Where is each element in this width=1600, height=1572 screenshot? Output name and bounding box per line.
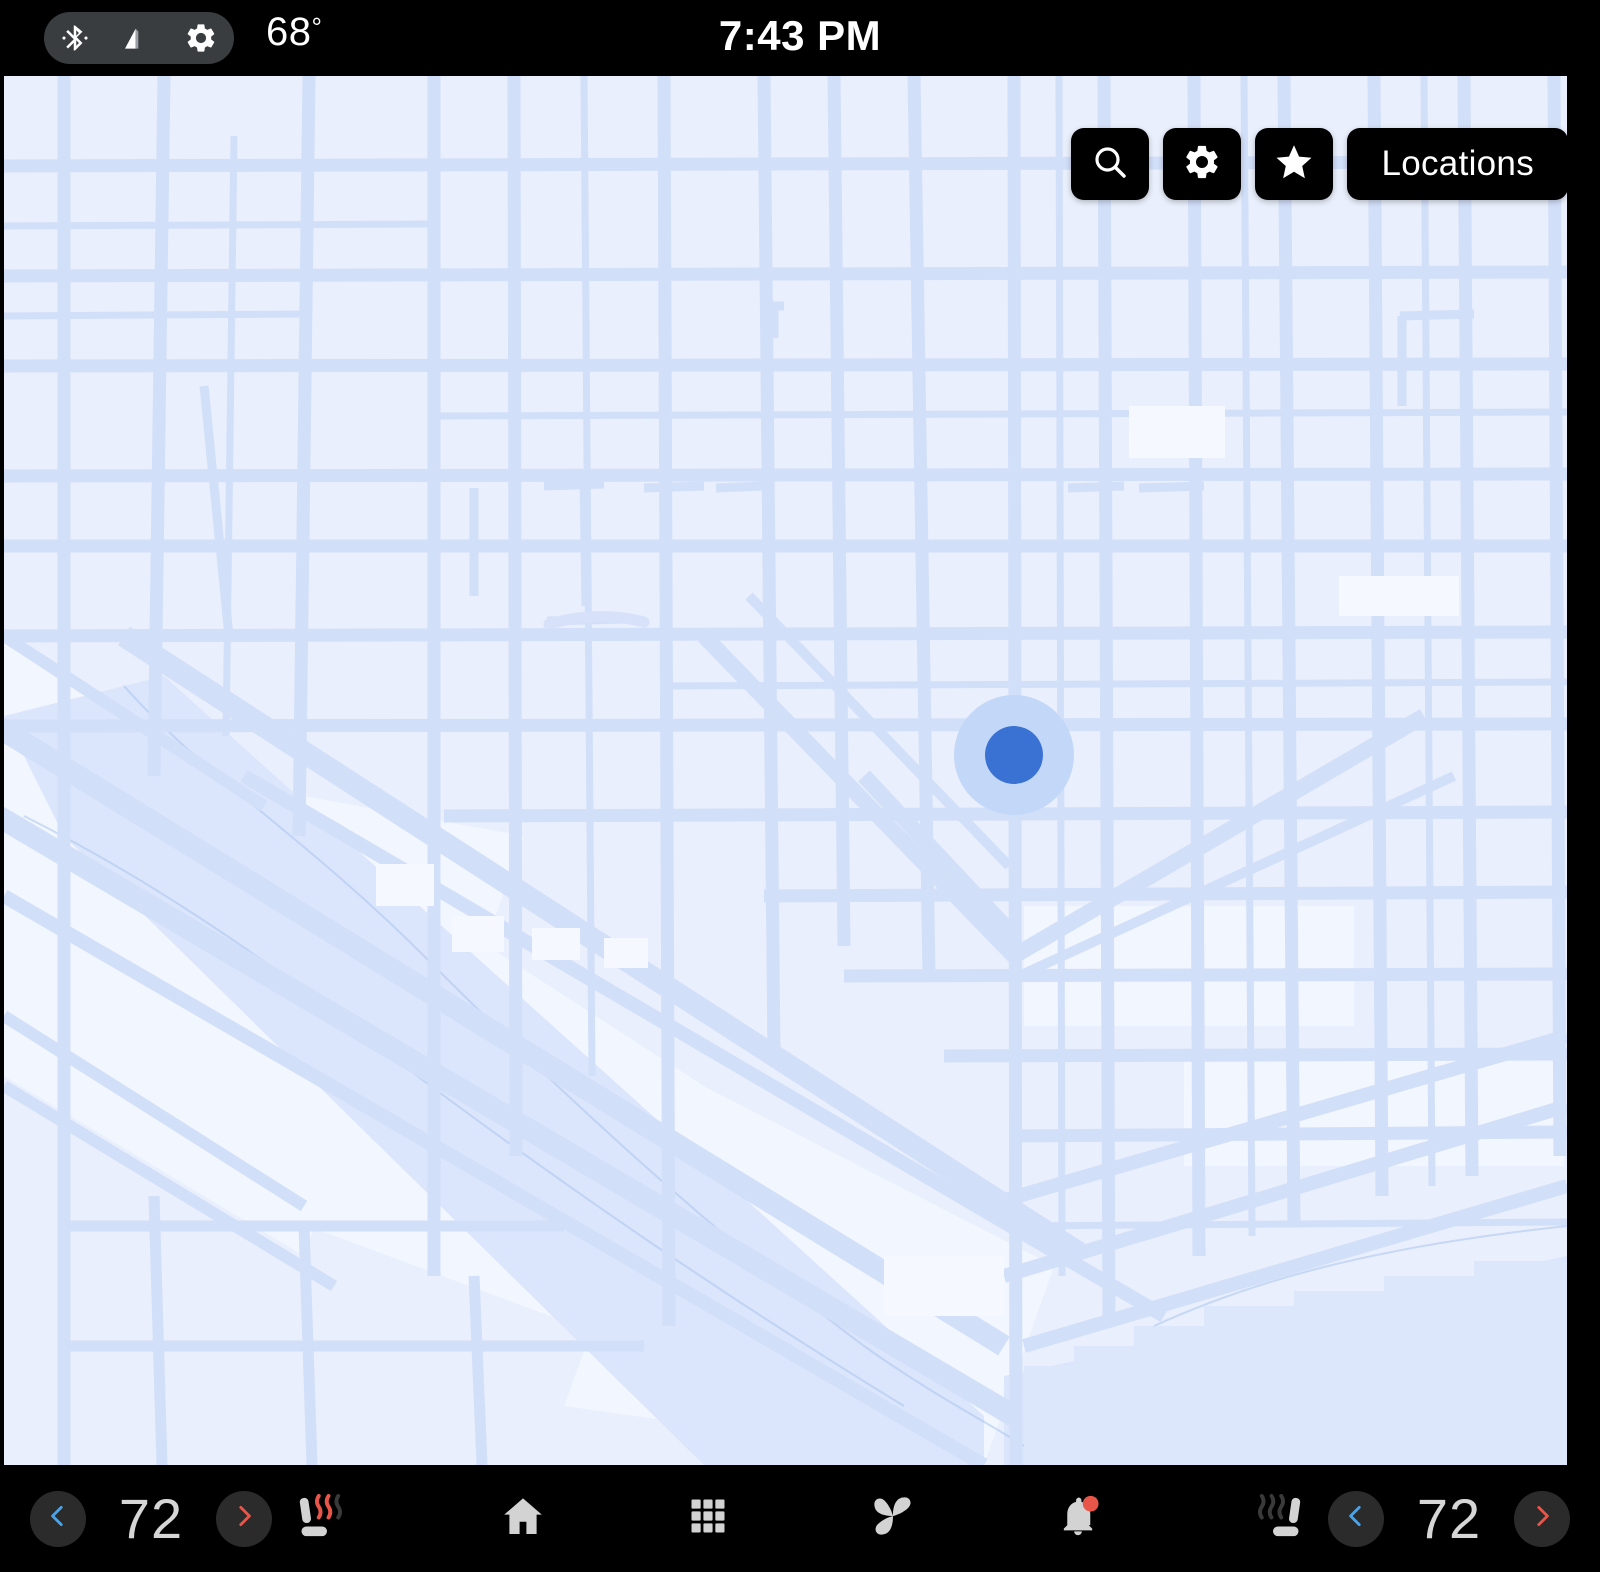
apps-grid-icon	[686, 1494, 730, 1543]
passenger-heated-seat-button[interactable]	[1236, 1479, 1328, 1559]
chevron-right-icon	[1529, 1503, 1555, 1534]
bell-icon	[1055, 1493, 1101, 1544]
climate-fan-button[interactable]	[853, 1479, 933, 1559]
favorites-button[interactable]	[1255, 128, 1334, 200]
locations-button[interactable]: Locations	[1347, 128, 1568, 200]
map-canvas[interactable]: .rd { stroke:#d2dff9; fill:none; stroke-…	[4, 76, 1567, 1465]
home-icon	[499, 1492, 547, 1545]
current-location-puck	[954, 695, 1074, 815]
driver-temp-decrease-button[interactable]	[30, 1490, 86, 1547]
map-settings-button[interactable]	[1163, 128, 1242, 200]
star-icon	[1273, 141, 1315, 188]
notification-badge	[1082, 1495, 1099, 1512]
chevron-left-icon	[1343, 1503, 1369, 1534]
passenger-temp-increase-button[interactable]	[1514, 1490, 1570, 1547]
home-button[interactable]	[483, 1479, 563, 1559]
passenger-temp-decrease-button[interactable]	[1328, 1490, 1384, 1547]
passenger-temperature-value: 72	[1416, 1487, 1482, 1550]
notifications-button[interactable]	[1038, 1479, 1118, 1559]
map-controls-bar: Locations	[1071, 128, 1568, 200]
driver-climate-group: 72	[30, 1465, 364, 1572]
chevron-right-icon	[231, 1503, 257, 1534]
driver-heated-seat-button[interactable]	[272, 1479, 364, 1559]
status-bar: 68° 7:43 PM	[0, 0, 1600, 76]
bottom-control-bar: 72 72	[0, 1465, 1600, 1572]
heated-seat-icon	[282, 1483, 354, 1554]
chevron-left-icon	[45, 1503, 71, 1534]
search-icon	[1090, 142, 1130, 187]
heated-seat-icon	[1246, 1483, 1318, 1554]
search-button[interactable]	[1071, 128, 1150, 200]
status-clock: 7:43 PM	[718, 12, 882, 59]
passenger-climate-group: 72	[1236, 1465, 1570, 1572]
location-dot	[985, 726, 1043, 784]
driver-temperature-value: 72	[118, 1487, 184, 1550]
driver-temp-increase-button[interactable]	[216, 1490, 272, 1547]
gear-icon	[1182, 142, 1222, 187]
apps-button[interactable]	[668, 1479, 748, 1559]
fan-icon	[867, 1490, 919, 1547]
